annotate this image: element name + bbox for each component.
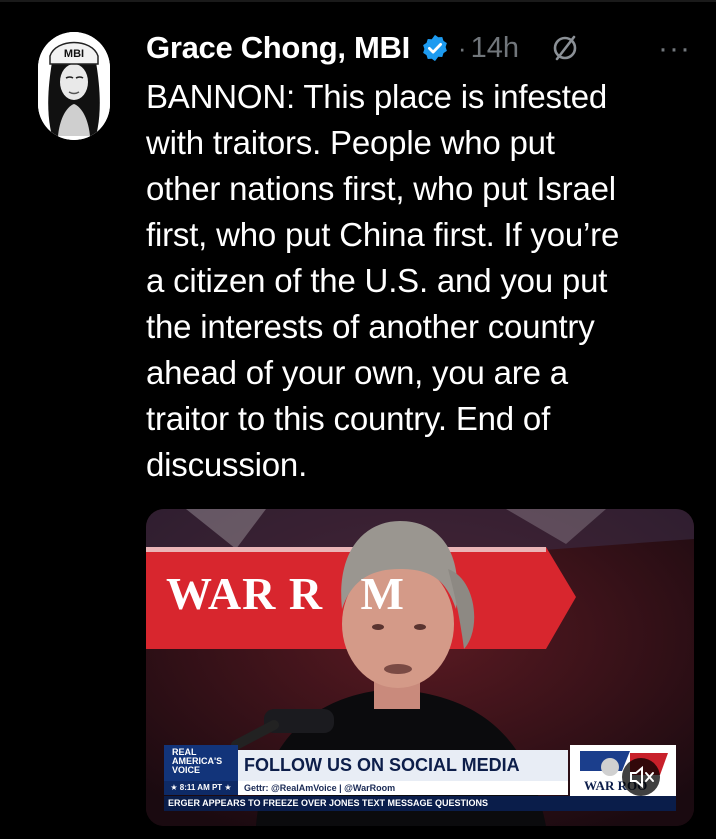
avatar-hat-text: MBI: [64, 48, 84, 60]
war-room-banner-text: WAR R M: [166, 568, 405, 619]
chyron-headline: FOLLOW US ON SOCIAL MEDIA: [238, 750, 568, 781]
avatar[interactable]: MBI: [38, 32, 110, 140]
news-chyron: REAL AMERICA'S VOICE FOLLOW US ON SOCIAL…: [164, 745, 676, 811]
author-name[interactable]: Grace Chong, MBI: [146, 30, 410, 66]
tweet-timestamp[interactable]: 14h: [471, 32, 519, 65]
top-divider: [0, 0, 716, 2]
header-separator: ·: [457, 32, 467, 63]
speaker-muted-icon[interactable]: [622, 758, 660, 796]
chyron-ticker: ERGER APPEARS TO FREEZE OVER JONES TEXT …: [164, 796, 676, 811]
more-dots-icon[interactable]: ···: [658, 32, 691, 66]
tweet-header: Grace Chong, MBI · 14h ···: [146, 28, 706, 68]
verified-badge-icon[interactable]: [420, 33, 450, 63]
chyron-social: Gettr: @RealAmVoice | @WarRoom: [238, 781, 568, 795]
chyron-time: ★ 8:11 AM PT ★: [164, 781, 238, 795]
network-logo: REAL AMERICA'S VOICE: [164, 745, 238, 781]
mute-circle-slash-icon[interactable]: [549, 32, 581, 64]
tweet-text: BANNON: This place is infested with trai…: [146, 78, 620, 483]
